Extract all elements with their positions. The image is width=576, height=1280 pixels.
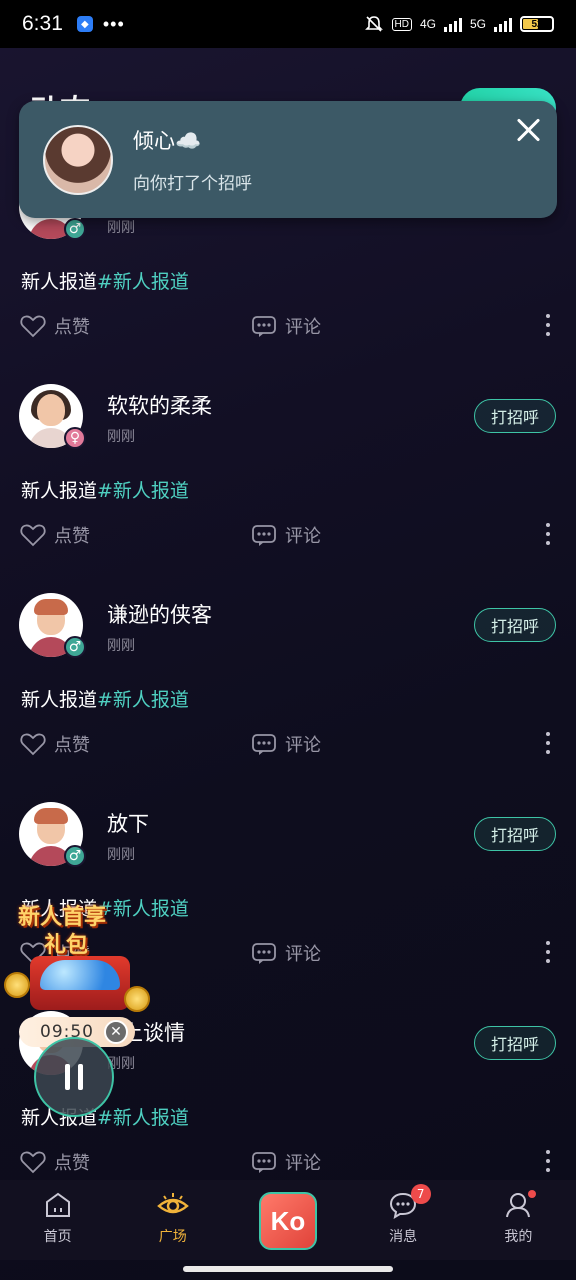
promo-title: 新人首享 礼包 [18,905,107,958]
notification-avatar [43,124,113,195]
greet-button[interactable]: 打招呼 [474,817,556,851]
mute-bell-icon [364,16,383,32]
eye-icon [156,1193,189,1214]
nav-square[interactable]: 广场 [115,1190,230,1246]
like-button[interactable]: 点赞 [20,1149,90,1175]
signal-icon-2 [494,16,512,32]
comment-button[interactable]: 评论 [251,731,321,757]
male-icon: ♂ [64,636,86,658]
greet-button[interactable]: 打招呼 [474,399,556,433]
battery-icon: 52 [520,16,554,32]
post-time: 刚刚 [107,638,135,654]
more-options-icon[interactable] [546,314,550,341]
topic-tag[interactable]: #新人报道 [97,480,189,502]
heart-icon [20,1151,46,1174]
network-type-2: 5G [469,17,486,31]
nav-messages[interactable]: 7 消息 [346,1184,461,1246]
like-button[interactable]: 点赞 [20,522,90,548]
status-bar: 6:31 ◆ ••• HD 4G 5G 52 [0,0,576,48]
like-button[interactable]: 点赞 [20,313,90,339]
more-options-icon[interactable] [546,523,550,550]
more-notifications-icon: ••• [102,13,125,34]
comment-icon [252,316,276,337]
female-icon: ♀ [64,427,86,449]
coin-icon [124,986,150,1012]
post-content: 新人报道#新人报道 [21,689,189,711]
nav-home-label: 首页 [43,1229,72,1245]
post-username[interactable]: 放下 [107,808,149,838]
post-username[interactable]: 软软的柔柔 [107,390,212,420]
heart-icon [20,315,46,338]
male-icon: ♂ [64,218,86,240]
coin-icon [4,972,30,998]
topic-tag[interactable]: #新人报道 [97,271,189,293]
like-button[interactable]: 点赞 [20,731,90,757]
post-content: 新人报道#新人报道 [21,480,189,502]
network-type-1: 4G [419,17,436,31]
heart-icon [20,733,46,756]
signal-icon-1 [443,16,462,32]
notification-message: 向你打了个招呼 [133,174,252,194]
nav-center-logo[interactable]: Ko [230,1190,345,1250]
post-content: 新人报道#新人报道 [21,1107,189,1129]
notification-dot [527,1190,536,1198]
close-icon[interactable] [513,115,543,145]
heart-icon [20,524,46,547]
more-options-icon[interactable] [546,1150,550,1177]
floating-player-button[interactable] [34,1037,114,1117]
pause-icon [65,1064,83,1090]
nav-messages-label: 消息 [389,1229,418,1245]
close-icon[interactable]: ✕ [104,1020,128,1044]
post-time: 刚刚 [107,429,135,445]
battery-level: 52 [531,18,543,30]
comment-icon [252,943,276,964]
topic-tag[interactable]: #新人报道 [97,689,189,711]
nav-mine[interactable]: 我的 [461,1190,576,1246]
notification-sender: 倾心☁️ [133,129,202,153]
comment-icon [252,734,276,755]
post-username[interactable]: 谦逊的侠客 [107,599,212,629]
male-icon: ♂ [64,845,86,867]
app-notification-icon: ◆ [76,16,93,32]
comment-button[interactable]: 评论 [251,313,321,339]
greeting-notification[interactable]: 倾心☁️ 向你打了个招呼 [19,101,557,218]
newbie-gift-promo[interactable]: 新人首享 礼包 [4,898,154,1028]
post-content: 新人报道#新人报道 [21,271,189,293]
home-icon [45,1192,70,1217]
status-time: 6:31 [22,12,63,35]
bottom-nav: 首页 广场 Ko 7 消息 我的 [0,1180,576,1260]
topic-tag[interactable]: #新人报道 [97,1107,189,1129]
post-time: 刚刚 [107,847,135,863]
nav-square-label: 广场 [158,1229,187,1245]
post-time: 刚刚 [107,220,135,236]
comment-icon [252,1152,276,1173]
more-options-icon[interactable] [546,941,550,968]
greet-button[interactable]: 打招呼 [474,1026,556,1060]
greet-button[interactable]: 打招呼 [474,608,556,642]
nav-home[interactable]: 首页 [0,1190,115,1246]
more-options-icon[interactable] [546,732,550,759]
comment-button[interactable]: 评论 [251,522,321,548]
home-indicator[interactable] [183,1266,393,1272]
gems-icon [40,960,120,990]
comment-icon [252,525,276,546]
comment-button[interactable]: 评论 [251,1149,321,1175]
unread-badge: 7 [410,1184,431,1204]
status-indicators: HD 4G 5G 52 [364,14,554,34]
hd-voice-icon: HD [391,17,412,31]
app-logo-icon: Ko [258,1192,317,1250]
comment-button[interactable]: 评论 [251,940,321,966]
nav-mine-label: 我的 [504,1229,533,1245]
